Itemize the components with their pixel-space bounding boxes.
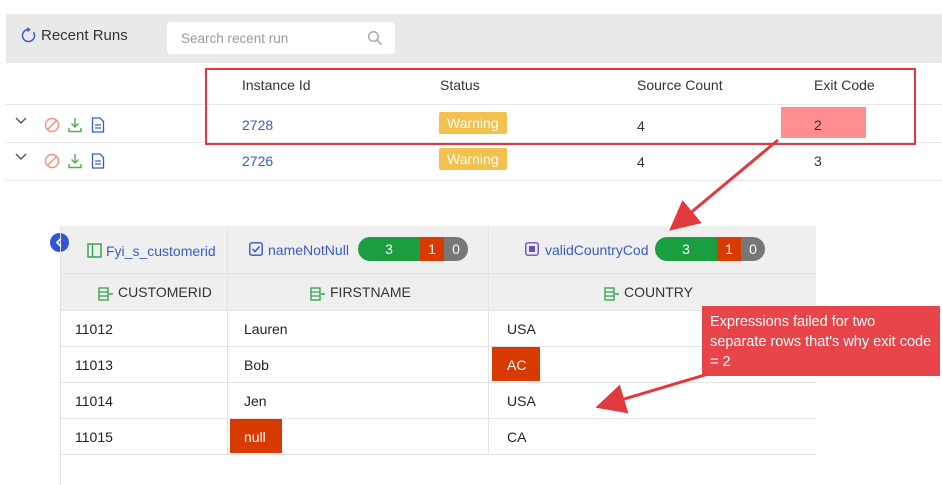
annotation-arrows [595, 138, 779, 414]
arrow-icon [595, 372, 709, 414]
arrow-icon [669, 138, 779, 231]
